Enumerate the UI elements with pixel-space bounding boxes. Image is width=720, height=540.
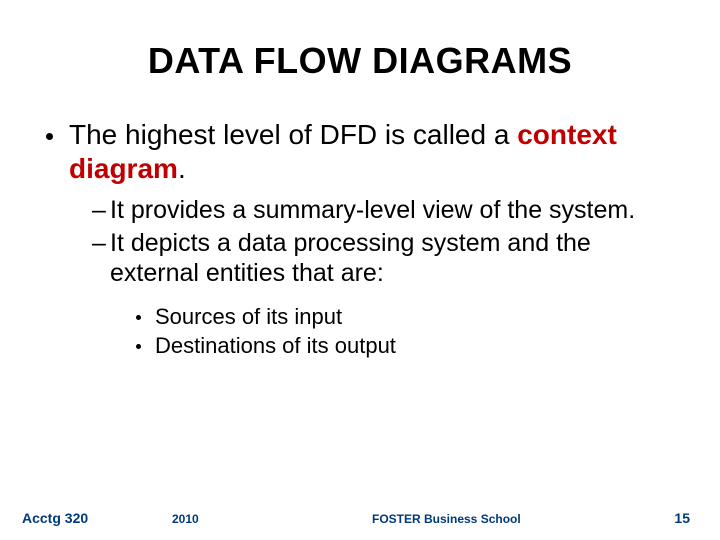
bullet-dot-small-icon xyxy=(136,344,141,349)
bullet-level3-item: Destinations of its output xyxy=(136,332,680,360)
bullet-level1: The highest level of DFD is called a con… xyxy=(40,118,680,185)
dash-icon: – xyxy=(92,228,110,259)
slide-footer: Acctg 320 2010 FOSTER Business School 15 xyxy=(0,510,720,526)
bullet-level3-text: Sources of its input xyxy=(155,303,342,331)
bullet-level3-item: Sources of its input xyxy=(136,303,680,331)
bullet-level2-text: It provides a summary-level view of the … xyxy=(110,195,670,226)
bullet-level3-text: Destinations of its output xyxy=(155,332,396,360)
bullet1-pre: The highest level of DFD is called a xyxy=(69,119,517,150)
bullet-dot-small-icon xyxy=(136,315,141,320)
footer-course: Acctg 320 xyxy=(22,510,172,526)
bullet-level2-item: –It provides a summary-level view of the… xyxy=(92,195,680,226)
bullet-level3-group: Sources of its input Destinations of its… xyxy=(136,303,680,360)
footer-year: 2010 xyxy=(172,512,352,526)
bullet-level2-text: It depicts a data processing system and … xyxy=(110,228,670,289)
bullet-level2-item: –It depicts a data processing system and… xyxy=(92,228,680,289)
footer-page: 15 xyxy=(650,510,690,526)
bullet-dot-icon xyxy=(46,133,53,140)
bullet-level2-group: –It provides a summary-level view of the… xyxy=(92,195,680,289)
bullet1-post: . xyxy=(178,153,186,184)
footer-school: FOSTER Business School xyxy=(352,512,650,526)
slide: DATA FLOW DIAGRAMS The highest level of … xyxy=(0,0,720,540)
slide-title: DATA FLOW DIAGRAMS xyxy=(40,40,680,82)
bullet-level1-text: The highest level of DFD is called a con… xyxy=(69,118,680,185)
dash-icon: – xyxy=(92,195,110,226)
